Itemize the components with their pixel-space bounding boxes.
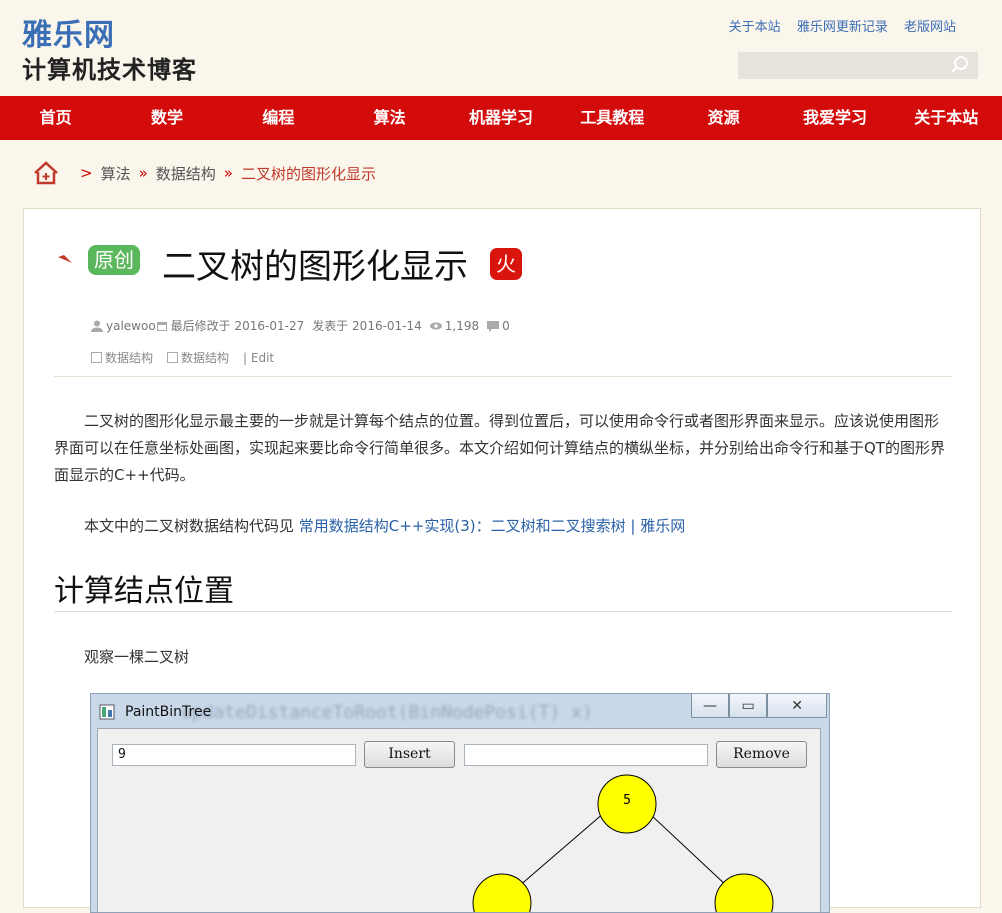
nav-math[interactable]: 数学	[111, 96, 222, 140]
comment-count[interactable]: 0	[502, 319, 510, 333]
related-post-link[interactable]: 常用数据结构C++实现(3)：二叉树和二叉搜索树 | 雅乐网	[299, 517, 685, 535]
modified-date: 最后修改于 2016-01-27	[170, 319, 305, 333]
published-date: 发表于 2016-01-14	[312, 319, 422, 333]
home-icon[interactable]	[32, 159, 60, 187]
window-controls: — ▭ ✕	[691, 694, 827, 718]
top-links: 关于本站 雅乐网更新记录 老版网站	[717, 16, 956, 35]
calendar-icon	[156, 321, 167, 331]
nav-love-learning[interactable]: 我爱学习	[779, 96, 890, 140]
view-count: 1,198	[444, 318, 480, 333]
breadcrumb-current: 二叉树的图形化显示	[240, 164, 376, 183]
window-client-area: 9 Insert Remove 5	[97, 728, 821, 912]
comment-icon	[487, 320, 500, 332]
main-nav: 首页 数学 编程 算法 机器学习 工具教程 资源 我爱学习 关于本站	[0, 96, 1002, 140]
divider	[54, 376, 952, 377]
tree-canvas: 5	[472, 774, 774, 912]
nav-resources[interactable]: 资源	[668, 96, 779, 140]
site-header: 雅乐网 计算机技术博客 关于本站 雅乐网更新记录 老版网站	[0, 0, 1002, 96]
nav-home[interactable]: 首页	[0, 96, 111, 140]
toplink-old-site[interactable]: 老版网站	[904, 20, 956, 35]
section-heading: 计算结点位置	[54, 574, 234, 609]
tree-node-label: 5	[623, 793, 631, 808]
eye-icon	[429, 321, 442, 330]
post-title: 二叉树的图形化显示	[162, 247, 468, 287]
tree-node-right	[714, 873, 774, 912]
original-badge: 原创	[88, 245, 140, 275]
site-subtitle: 计算机技术博客	[22, 56, 197, 84]
minimize-icon[interactable]: —	[691, 694, 730, 718]
breadcrumb-algorithm[interactable]: 算法	[101, 163, 131, 184]
edit-link[interactable]: | Edit	[243, 351, 274, 365]
nav-algorithm[interactable]: 算法	[334, 96, 445, 140]
post-meta: yalewoo 最后修改于 2016-01-27 发表于 2016-01-14 …	[91, 317, 510, 334]
background-code: updateDistanceToRoot(BinNodePosi(T) x)	[181, 702, 593, 723]
hot-badge: 火	[490, 248, 522, 280]
app-screenshot-window: updateDistanceToRoot(BinNodePosi(T) x) P…	[90, 693, 830, 913]
close-icon[interactable]: ✕	[767, 694, 827, 718]
tag-link[interactable]: 数据结构	[181, 349, 229, 366]
tag-link[interactable]: 数据结构	[105, 349, 153, 366]
search-icon[interactable]	[950, 55, 970, 75]
folder-icon	[91, 352, 102, 363]
paragraph: 二叉树的图形化显示最主要的一步就是计算每个结点的位置。得到位置后，可以使用命令行…	[54, 412, 945, 484]
breadcrumb-separator: »	[138, 164, 148, 182]
post-tags: 数据结构 数据结构 | Edit	[91, 349, 274, 366]
paragraph: 本文中的二叉树数据结构代码见 常用数据结构C++实现(3)：二叉树和二叉搜索树 …	[54, 513, 952, 540]
nav-tool-tutorials[interactable]: 工具教程	[557, 96, 668, 140]
paragraph: 观察一棵二叉树	[84, 648, 190, 666]
search-input[interactable]	[738, 52, 978, 79]
nav-machine-learning[interactable]: 机器学习	[445, 96, 556, 140]
breadcrumb-data-structure[interactable]: 数据结构	[156, 163, 216, 184]
post-card: 原创 二叉树的图形化显示 火 yalewoo 最后修改于 2016-01-27 …	[23, 208, 981, 913]
maximize-icon[interactable]: ▭	[729, 694, 768, 718]
breadcrumb: > 算法 » 数据结构 » 二叉树的图形化显示	[32, 158, 376, 188]
paragraph-text: 本文中的二叉树数据结构代码见	[84, 517, 299, 535]
nav-about[interactable]: 关于本站	[891, 96, 1002, 140]
user-icon	[91, 320, 103, 332]
window-title: PaintBinTree	[125, 704, 212, 720]
nav-programming[interactable]: 编程	[223, 96, 334, 140]
toplink-about[interactable]: 关于本站	[729, 20, 781, 35]
tree-node-left	[472, 873, 532, 912]
site-logo[interactable]: 雅乐网	[22, 10, 115, 54]
toplink-changelog[interactable]: 雅乐网更新记录	[797, 20, 888, 35]
breadcrumb-separator: >	[80, 164, 93, 182]
author-link[interactable]: yalewoo	[106, 319, 156, 333]
arrow-icon	[58, 251, 76, 263]
divider	[54, 611, 952, 612]
app-icon	[99, 704, 115, 720]
breadcrumb-separator: »	[223, 164, 233, 182]
folder-icon	[167, 352, 179, 363]
